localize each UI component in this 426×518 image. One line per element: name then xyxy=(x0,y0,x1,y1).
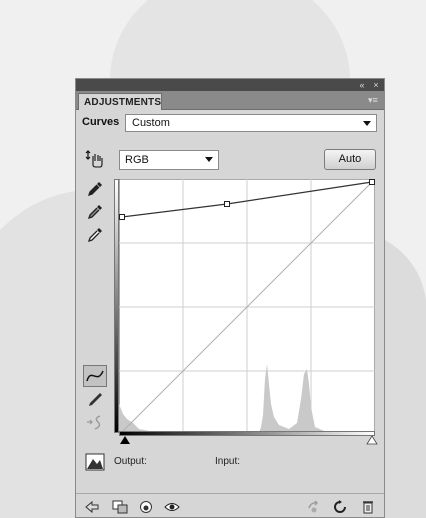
view-previous-state-icon[interactable] xyxy=(306,500,322,514)
show-clipping-icon[interactable] xyxy=(85,453,105,471)
curve-point xyxy=(119,214,125,220)
input-label: Input: xyxy=(215,456,241,467)
curve-point-tool-icon[interactable] xyxy=(83,365,107,387)
panel-bottom-bar xyxy=(76,493,384,517)
curves-graph[interactable] xyxy=(119,179,375,435)
preset-dropdown[interactable]: Custom xyxy=(125,114,377,132)
visibility-eye-circle-icon[interactable] xyxy=(138,500,154,514)
output-label: Output: xyxy=(114,456,147,467)
gray-point-eyedropper-icon[interactable] xyxy=(85,202,105,222)
close-icon[interactable]: × xyxy=(370,79,382,91)
tab-adjustments[interactable]: ADJUSTMENTS xyxy=(78,93,162,110)
on-image-adjust-hand-icon[interactable] xyxy=(84,149,106,169)
clip-to-layer-icon[interactable] xyxy=(112,500,128,514)
chevron-down-icon xyxy=(363,121,371,126)
tab-row: ADJUSTMENTS ▾≡ xyxy=(76,91,384,110)
output-gradient-bar xyxy=(114,179,119,433)
channel-value: RGB xyxy=(125,154,149,166)
black-point-eyedropper-icon[interactable] xyxy=(85,179,105,199)
double-chevron-left-icon[interactable]: « xyxy=(356,79,368,91)
auto-button[interactable]: Auto xyxy=(324,149,376,170)
adjustment-name: Curves xyxy=(82,116,120,128)
pencil-tool-icon[interactable] xyxy=(85,390,105,410)
black-point-slider[interactable] xyxy=(119,436,131,445)
white-point-slider[interactable] xyxy=(366,436,378,445)
white-point-eyedropper-icon[interactable] xyxy=(85,225,105,245)
adjustments-panel: « × ADJUSTMENTS ▾≡ Curves Custom RGB Aut… xyxy=(75,78,385,518)
curve-point xyxy=(369,179,375,185)
channel-dropdown[interactable]: RGB xyxy=(119,150,219,170)
eye-icon[interactable] xyxy=(164,500,180,514)
panel-titlebar: « × xyxy=(76,79,384,91)
chevron-down-icon xyxy=(205,157,213,162)
input-gradient-bar xyxy=(119,431,375,436)
trash-icon[interactable] xyxy=(360,500,376,514)
preset-value: Custom xyxy=(132,117,170,129)
panel-menu-icon[interactable]: ▾≡ xyxy=(368,95,380,105)
reset-icon[interactable] xyxy=(332,500,348,514)
curve-point xyxy=(224,201,230,207)
smooth-curve-icon[interactable] xyxy=(85,412,105,432)
back-arrow-icon[interactable] xyxy=(84,500,100,514)
